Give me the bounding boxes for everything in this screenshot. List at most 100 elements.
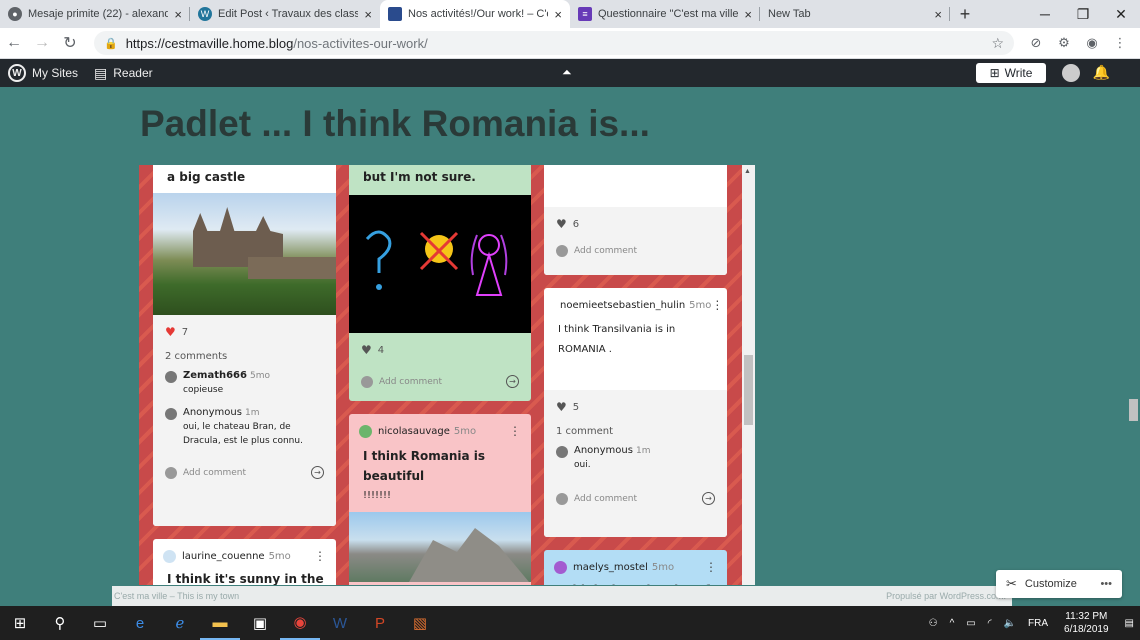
avatar — [359, 424, 372, 438]
padlet-post-transilvania[interactable]: noemieetsebastien_hulin 5mo ⋮ I think Tran… — [544, 288, 727, 537]
heart-icon: ♥ — [361, 343, 372, 357]
close-icon[interactable]: × — [174, 7, 182, 22]
more-options-icon[interactable]: ⋮ — [711, 298, 723, 312]
padlet-post-not-sure[interactable]: but I'm not sure. ♥ 4 Add comment → — [349, 165, 531, 401]
bookmark-star-icon[interactable]: ☆ — [991, 35, 1004, 52]
my-sites-button[interactable]: W My Sites — [8, 64, 78, 82]
post-image — [544, 165, 727, 207]
reader-button[interactable]: ▤ Reader — [94, 65, 153, 82]
battery-icon[interactable]: ▭ — [966, 618, 975, 629]
new-tab-button[interactable]: + — [950, 0, 980, 28]
comment-count[interactable]: 2 comments — [153, 349, 336, 364]
windows-taskbar: ⊞ ⚲ ▭ e ℯ ▬ ▣ ◉ W P ▧ ⚇ ^ ▭ ◜ 🔈 FRA 11:3… — [0, 606, 1140, 640]
tab-nos-activites[interactable]: Nos activités!/Our work! – C'est × — [380, 0, 570, 28]
add-comment-field[interactable]: Add comment → — [349, 367, 531, 398]
padlet-post-lot-of[interactable]: maelys_mostel5mo⋮ I think there is a lot… — [544, 550, 727, 585]
chrome-icon[interactable]: ◉ — [280, 606, 320, 640]
padlet-scrollbar[interactable]: ▲ — [742, 165, 755, 585]
add-comment-field[interactable]: Add comment → — [544, 472, 727, 515]
extension-icon[interactable]: ⚙ — [1053, 32, 1075, 54]
avatar — [165, 466, 177, 479]
ie-icon[interactable]: ℯ — [160, 606, 200, 640]
comment-count[interactable]: 1 comment — [544, 424, 727, 439]
like-button[interactable]: ♥ 6 — [544, 207, 727, 241]
padlet-post-castle[interactable]: a big castle ♥ 7 2 comments Zemath666 5mo … — [153, 165, 336, 526]
drawing-image — [349, 195, 531, 333]
heart-icon: ♥ — [165, 325, 176, 339]
send-icon[interactable]: → — [311, 466, 324, 479]
file-explorer-icon[interactable]: ▬ — [200, 606, 240, 640]
more-options-icon[interactable]: ••• — [1100, 578, 1112, 590]
profile-avatar-icon[interactable]: ◉ — [1081, 32, 1103, 54]
like-button[interactable]: ♥ 7 — [153, 315, 336, 349]
avatar — [361, 375, 373, 388]
write-button[interactable]: ⊞ Write — [976, 63, 1046, 83]
like-button[interactable]: ♥ 4 — [349, 333, 531, 367]
more-options-icon[interactable]: ⋮ — [314, 549, 326, 563]
search-icon[interactable]: ⚲ — [40, 606, 80, 640]
task-view-icon[interactable]: ▭ — [80, 606, 120, 640]
collapse-toggle-icon[interactable]: ⏶ — [562, 65, 572, 80]
browser-toolbar: ← → ↻ 🔒 https://cestmaville.home.blog/no… — [0, 28, 1140, 59]
network-app-icon[interactable]: ▣ — [240, 606, 280, 640]
more-options-icon[interactable]: ⋮ — [705, 560, 717, 574]
powerpoint-icon[interactable]: P — [360, 606, 400, 640]
heart-icon: ♥ — [556, 217, 567, 231]
tab-questionnaire[interactable]: ≡ Questionnaire "C'est ma ville" × — [570, 0, 760, 28]
restore-icon[interactable]: ❐ — [1064, 0, 1102, 28]
photos-icon[interactable]: ▧ — [400, 606, 440, 640]
back-icon[interactable]: ← — [0, 29, 28, 57]
add-comment-field[interactable]: Add comment — [544, 241, 727, 267]
padlet-post-beautiful[interactable]: nicolasauvage 5mo ⋮ I think Romania is bea… — [349, 414, 531, 585]
notifications-bell-icon[interactable]: 🔔 — [1093, 64, 1110, 81]
reload-icon[interactable]: ↻ — [56, 29, 84, 57]
address-bar[interactable]: 🔒 https://cestmaville.home.blog/nos-acti… — [94, 31, 1014, 55]
padlet-post-sunny[interactable]: laurine_couenne 5mo ⋮ I think it's sunny i… — [153, 539, 336, 585]
padlet-post-top-right[interactable]: ♥ 6 Add comment — [544, 165, 727, 275]
landscape-photo — [349, 512, 531, 582]
menu-icon[interactable]: ⋮ — [1109, 32, 1131, 54]
comment-item: Zemath666 5mo copieuse — [153, 364, 336, 397]
padlet-embed[interactable]: a big castle ♥ 7 2 comments Zemath666 5mo … — [139, 165, 755, 585]
windows-start-icon[interactable]: ⊞ — [0, 606, 40, 640]
minimize-icon[interactable]: ─ — [1026, 0, 1064, 28]
volume-icon[interactable]: 🔈 — [1004, 618, 1016, 629]
page-title: Padlet ... I think Romania is... — [140, 103, 650, 144]
add-comment-field[interactable]: Add comment → — [153, 448, 336, 489]
send-icon[interactable]: → — [506, 375, 519, 388]
page-scrollbar[interactable] — [1127, 87, 1140, 606]
like-button[interactable]: ♥ 5 — [544, 390, 727, 424]
word-icon[interactable]: W — [320, 606, 360, 640]
close-window-icon[interactable]: ✕ — [1102, 0, 1140, 28]
tab-new-tab[interactable]: New Tab × — [760, 0, 950, 28]
send-icon[interactable]: → — [702, 492, 715, 505]
tab-edit-post[interactable]: W Edit Post ‹ Travaux des classes × — [190, 0, 380, 28]
language-indicator[interactable]: FRA — [1028, 618, 1048, 629]
close-icon[interactable]: × — [934, 7, 942, 22]
post-footer: ♥ 7 2 comments Zemath666 5mo copieuse Anon… — [153, 315, 336, 526]
wordpress-icon: W — [8, 64, 26, 82]
reader-icon: ▤ — [94, 64, 108, 81]
close-icon[interactable]: × — [744, 7, 752, 22]
clock[interactable]: 11:32 PM 6/18/2019 — [1064, 610, 1109, 636]
customize-button[interactable]: ✂ Customize ••• — [996, 570, 1122, 598]
chevron-up-icon[interactable]: ^ — [950, 618, 955, 629]
castle-photo — [153, 193, 336, 315]
close-icon[interactable]: × — [554, 7, 562, 22]
system-tray: ⚇ ^ ▭ ◜ 🔈 FRA 11:32 PM 6/18/2019 ▤ — [923, 606, 1140, 640]
browser-tab-strip: ● Mesaje primite (22) - alexandra × W Ed… — [0, 0, 1140, 28]
new-post-icon: ⊞ — [989, 66, 1000, 80]
tools-icon: ✂ — [1006, 576, 1017, 591]
people-icon[interactable]: ⚇ — [929, 618, 938, 629]
notifications-icon[interactable]: ▤ — [1125, 618, 1134, 629]
more-options-icon[interactable]: ⋮ — [509, 424, 521, 438]
forward-icon[interactable]: → — [28, 29, 56, 57]
tab-mail[interactable]: ● Mesaje primite (22) - alexandra × — [0, 0, 190, 28]
avatar — [556, 492, 568, 505]
avatar[interactable] — [1062, 64, 1080, 82]
avatar — [165, 371, 177, 383]
block-icon[interactable]: ⊘ — [1025, 32, 1047, 54]
wifi-icon[interactable]: ◜ — [988, 618, 992, 629]
edge-icon[interactable]: e — [120, 606, 160, 640]
close-icon[interactable]: × — [364, 7, 372, 22]
